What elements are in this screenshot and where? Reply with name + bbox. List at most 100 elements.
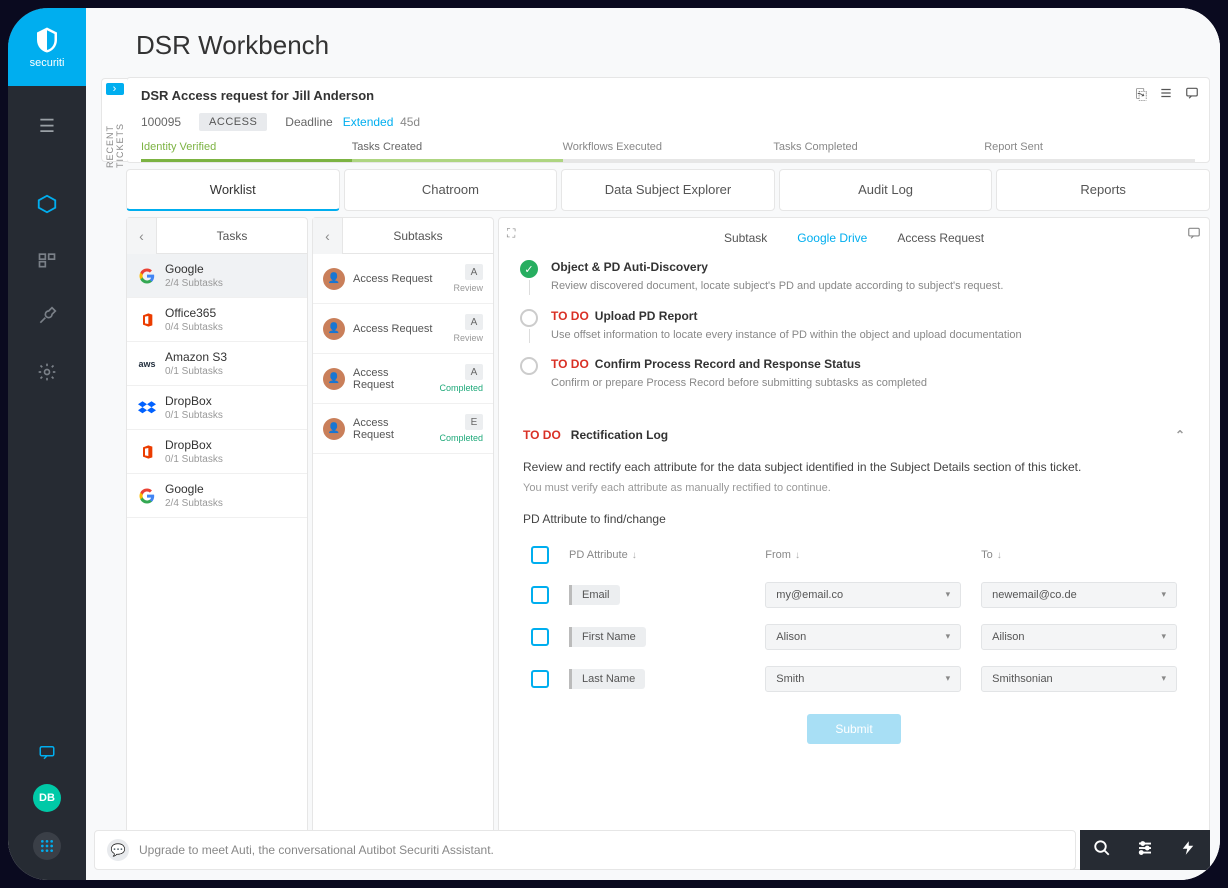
recent-tickets-label: RECENT TICKETS: [105, 123, 125, 168]
row-checkbox[interactable]: [531, 586, 549, 604]
progress-workflows-executed: Workflows Executed: [563, 141, 774, 162]
detail-panel: ⛶ Subtask Google Drive Access Request ✓: [498, 217, 1210, 870]
user-avatar-icon: 👤: [323, 368, 345, 390]
header-attribute[interactable]: PD Attribute: [569, 549, 628, 561]
ticket-id: 100095: [141, 115, 181, 129]
auti-text: Upgrade to meet Auti, the conversational…: [139, 843, 494, 857]
row-checkbox[interactable]: [531, 670, 549, 688]
sidebar: securiti ☰ DB: [8, 8, 86, 880]
timeline-desc: Review discovered document, locate subje…: [551, 278, 1189, 295]
task-item-dropbox-1[interactable]: DropBox0/1 Subtasks: [127, 386, 307, 430]
export-icon[interactable]: ⎘: [1136, 86, 1147, 103]
collapse-icon[interactable]: ⌃: [1175, 428, 1185, 442]
search-icon[interactable]: [1093, 839, 1111, 862]
dropbox-icon: [137, 398, 157, 418]
task-item-dropbox-2[interactable]: DropBox0/1 Subtasks: [127, 430, 307, 474]
nav-home-icon[interactable]: [35, 192, 59, 216]
tasks-panel-title: Tasks: [157, 229, 307, 243]
timeline-title: Confirm Process Record and Response Stat…: [595, 357, 861, 371]
from-select[interactable]: Smith▾: [765, 666, 961, 692]
menu-toggle-icon[interactable]: ☰: [39, 116, 55, 137]
to-select[interactable]: newemail@co.de▾: [981, 582, 1177, 608]
subtask-item[interactable]: 👤 Access Request ECompleted: [313, 404, 493, 454]
select-all-checkbox[interactable]: [531, 546, 549, 564]
subtask-item[interactable]: 👤 Access Request AReview: [313, 304, 493, 354]
header-to[interactable]: To: [981, 549, 993, 561]
subtask-letter: A: [465, 364, 483, 380]
page-title: DSR Workbench: [86, 8, 1220, 77]
circle-icon: [520, 309, 538, 327]
nav-workflows-icon[interactable]: [35, 248, 59, 272]
subtask-letter: A: [465, 314, 483, 330]
row-checkbox[interactable]: [531, 628, 549, 646]
office-icon: [137, 310, 157, 330]
task-item-s3[interactable]: aws Amazon S30/1 Subtasks: [127, 342, 307, 386]
deadline-label: Deadline: [285, 115, 332, 129]
google-icon: [137, 486, 157, 506]
rectification-section-title: PD Attribute to find/change: [523, 512, 1185, 526]
auti-assistant-bar[interactable]: 💬 Upgrade to meet Auti, the conversation…: [94, 830, 1076, 870]
subtask-letter: A: [465, 264, 483, 280]
tab-explorer[interactable]: Data Subject Explorer: [561, 169, 775, 211]
attribute-chip: Email: [569, 585, 620, 605]
attribute-chip: Last Name: [569, 669, 645, 689]
filter-icon[interactable]: [1136, 839, 1154, 862]
circle-icon: [520, 357, 538, 375]
user-avatar[interactable]: DB: [33, 784, 61, 812]
progress-report-sent: Report Sent: [984, 141, 1195, 162]
expand-icon[interactable]: ⛶: [507, 226, 515, 241]
todo-badge: TO DO: [523, 428, 561, 442]
to-select[interactable]: Smithsonian▾: [981, 666, 1177, 692]
timeline-title: Upload PD Report: [595, 309, 698, 323]
aws-icon: aws: [137, 354, 157, 374]
brand-logo[interactable]: securiti: [8, 8, 86, 86]
recent-expand-button[interactable]: ›: [106, 83, 124, 95]
subtasks-back-button[interactable]: ‹: [313, 218, 343, 254]
breadcrumb-request: Access Request: [897, 231, 984, 245]
breadcrumb-subtask: Subtask: [724, 231, 767, 245]
user-avatar-icon: 👤: [323, 318, 345, 340]
progress-identity-verified: Identity Verified: [141, 141, 352, 162]
subtasks-panel-title: Subtasks: [343, 229, 493, 243]
timeline-title: Object & PD Auti-Discovery: [551, 260, 1189, 274]
submit-button[interactable]: Submit: [807, 714, 900, 744]
task-item-office365[interactable]: Office3650/4 Subtasks: [127, 298, 307, 342]
user-avatar-icon: 👤: [323, 268, 345, 290]
subtask-item[interactable]: 👤 Access Request AReview: [313, 254, 493, 304]
tab-reports[interactable]: Reports: [996, 169, 1210, 211]
task-item-google-2[interactable]: Google2/4 Subtasks: [127, 474, 307, 518]
from-select[interactable]: Alison▾: [765, 624, 961, 650]
tasks-back-button[interactable]: ‹: [127, 218, 157, 254]
tab-audit[interactable]: Audit Log: [779, 169, 993, 211]
attribute-chip: First Name: [569, 627, 646, 647]
header-from[interactable]: From: [765, 549, 791, 561]
task-item-google[interactable]: Google2/4 Subtasks: [127, 254, 307, 298]
todo-badge: TO DO: [551, 309, 589, 323]
app-switcher-icon[interactable]: [33, 832, 61, 860]
nav-settings-icon[interactable]: [35, 360, 59, 384]
subtask-item[interactable]: 👤 Access Request ACompleted: [313, 354, 493, 404]
subtask-status: Completed: [439, 433, 483, 443]
comment-icon[interactable]: [1187, 226, 1201, 243]
comment-icon[interactable]: [1185, 86, 1199, 103]
ticket-header: › RECENT TICKETS ⎘ DSR Access request fo…: [126, 77, 1210, 163]
chat-icon[interactable]: [35, 740, 59, 764]
timeline-desc: Use offset information to locate every i…: [551, 327, 1189, 344]
build-icon[interactable]: [1179, 839, 1197, 862]
to-select[interactable]: Ailison▾: [981, 624, 1177, 650]
nav-tools-icon[interactable]: [35, 304, 59, 328]
tab-chatroom[interactable]: Chatroom: [344, 169, 558, 211]
timeline-desc: Confirm or prepare Process Record before…: [551, 375, 1189, 392]
rectification-desc: Review and rectify each attribute for th…: [523, 458, 1185, 476]
office-icon: [137, 442, 157, 462]
list-icon[interactable]: [1159, 86, 1173, 103]
recent-tickets-tab: › RECENT TICKETS: [101, 78, 127, 162]
ticket-type-badge: ACCESS: [199, 113, 267, 131]
subtask-status: Review: [453, 283, 483, 293]
tab-worklist[interactable]: Worklist: [126, 169, 340, 211]
google-icon: [137, 266, 157, 286]
from-select[interactable]: my@email.co▾: [765, 582, 961, 608]
rectification-title: Rectification Log: [571, 428, 668, 442]
subtask-letter: E: [465, 414, 483, 430]
breadcrumb-drive[interactable]: Google Drive: [797, 231, 867, 245]
